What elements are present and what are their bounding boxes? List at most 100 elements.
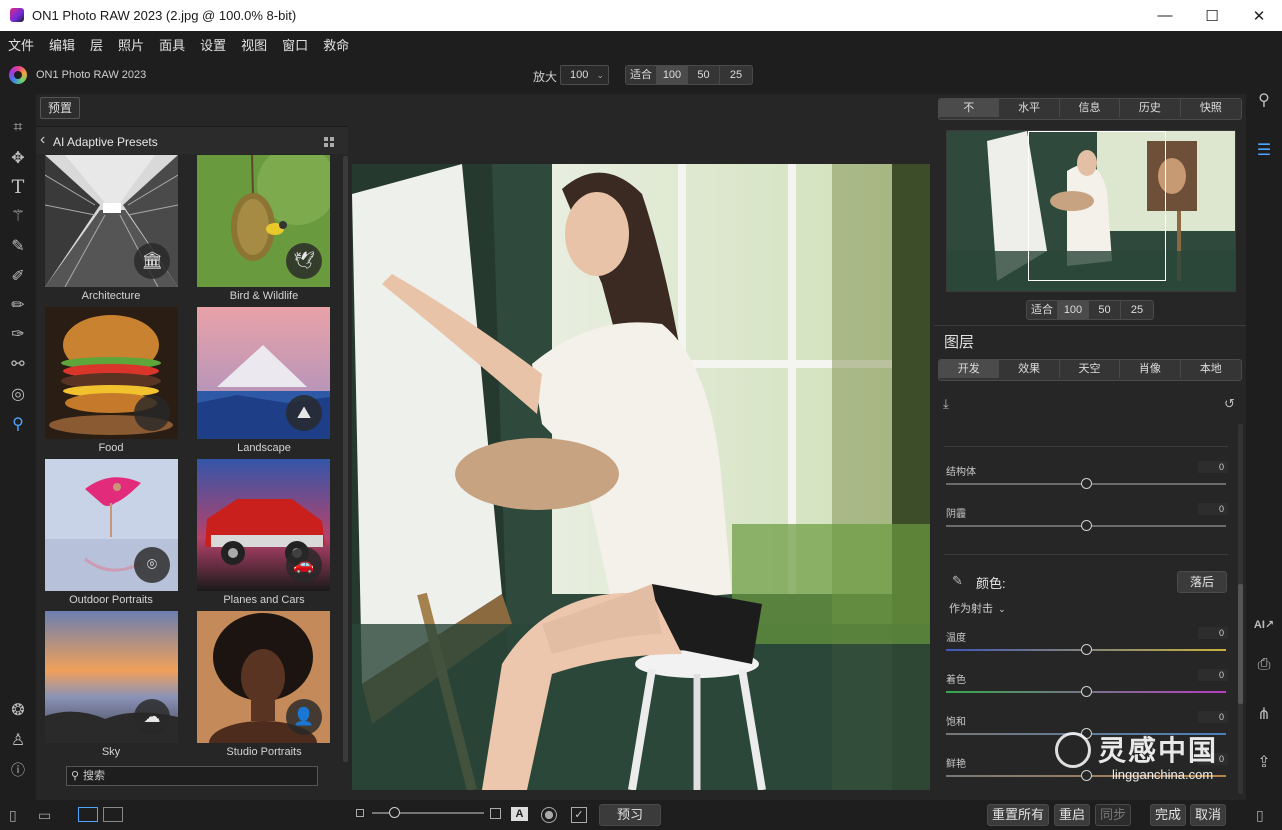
edit-module-icon[interactable]: ☰ [1254,140,1274,160]
preset-planes-cars[interactable]: 🚗 [197,459,330,591]
text-icon[interactable]: T [8,176,28,198]
retouch-brush-icon[interactable]: ✎ [8,236,28,256]
menu-help[interactable]: 救命 [323,35,349,54]
magic-wand-icon[interactable]: ⚚ [8,206,28,226]
help-icon[interactable]: ⓘ [8,760,28,780]
back-icon[interactable]: ‹ [40,131,45,149]
menu-file[interactable]: 文件 [8,35,34,54]
tab-info[interactable]: 信息 [1060,99,1121,117]
slider-handle[interactable] [1080,520,1092,531]
sync-button[interactable]: 同步 [1095,804,1131,826]
eyedropper-icon[interactable]: ✎ [952,573,963,589]
color-mode-dropdown[interactable]: 作为射击 ⌄ [949,600,1006,616]
presets-button[interactable]: 预置 [40,97,80,119]
zoom-fit-button[interactable]: 适合 [626,66,657,84]
browse-module-icon[interactable]: ⚲ [1254,90,1274,110]
menu-mask[interactable]: 面具 [159,35,185,54]
user-icon[interactable]: ♙ [8,730,28,750]
navigator-viewport[interactable] [1028,131,1166,281]
slider-value[interactable]: 0 [1198,503,1228,515]
nav-zoom-fit-button[interactable]: 适合 [1027,301,1058,319]
menu-view[interactable]: 视图 [241,35,267,54]
main-photo[interactable] [352,164,930,790]
tab-snapshots[interactable]: 快照 [1181,99,1241,117]
slider-handle[interactable] [1080,644,1092,655]
search-input[interactable]: ⚲ 搜索 [66,766,318,786]
zoom-25-button[interactable]: 25 [720,66,752,84]
menu-edit[interactable]: 编辑 [49,35,75,54]
zoom-50-button[interactable]: 50 [688,66,720,84]
preset-studio-portraits[interactable]: 👤 [197,611,330,743]
preset-landscape[interactable]: ⛰ [197,307,330,439]
tab-portrait[interactable]: 肖像 [1120,360,1181,378]
slider-value[interactable]: 0 [1198,711,1228,723]
maximize-button[interactable]: ☐ [1189,0,1235,31]
soft-proof-icon[interactable]: ✓ [571,807,587,823]
reset-panel-icon[interactable]: ↺ [1224,396,1235,412]
slider-value[interactable]: 0 [1198,627,1228,639]
slider-handle[interactable] [1080,478,1092,489]
view-icon[interactable]: ⚲ [8,414,28,434]
menu-photo[interactable]: 照片 [118,35,144,54]
share-icon[interactable]: ⋔ [1254,704,1274,724]
fingerprint-icon[interactable]: ◎ [8,384,28,404]
watermark: 灵感中国 lingganchina.com [1050,729,1260,789]
close-button[interactable]: ✕ [1236,0,1282,31]
single-view-icon[interactable] [78,807,98,822]
move-icon[interactable]: ✥ [8,148,28,168]
preset-bird-wildlife[interactable]: 🕊 [197,155,330,287]
grid-view-icon[interactable] [324,137,334,147]
navigator-thumbnail[interactable] [946,130,1236,292]
minimize-button[interactable]: — [1142,0,1188,31]
zoom-in-icon[interactable] [490,808,501,819]
photo-canvas[interactable] [348,94,934,800]
nav-zoom-100-button[interactable]: 100 [1058,301,1089,319]
tab-history[interactable]: 历史 [1120,99,1181,117]
preview-button[interactable]: 预习 [599,804,661,826]
clone-icon[interactable]: ⚯ [8,354,28,374]
import-icon[interactable]: ⤓ [943,396,949,412]
slider-value[interactable]: 0 [1198,669,1228,681]
refine-brush-icon[interactable]: ✑ [8,324,28,344]
tab-effects[interactable]: 效果 [999,360,1060,378]
zoom-slider-handle[interactable] [389,807,400,818]
zoom-out-icon[interactable] [356,809,364,817]
compare-view-icon[interactable] [103,807,123,822]
menu-layer[interactable]: 层 [90,35,103,54]
layers-icon[interactable]: ❂ [8,700,28,720]
cancel-button[interactable]: 取消 [1190,804,1226,826]
reset-button[interactable]: 重启 [1054,804,1090,826]
text-overlay-icon[interactable]: A [511,807,528,821]
crop-icon[interactable]: ⌗ [8,118,28,138]
zoom-select[interactable]: 100 ⌄ [560,65,609,85]
reset-all-button[interactable]: 重置所有 [987,804,1049,826]
preset-sky[interactable]: ☁ [45,611,178,743]
adjust-brush-icon[interactable]: ✐ [8,266,28,286]
preset-label: Planes and Cars [223,594,305,606]
slider-handle[interactable] [1080,686,1092,697]
toggle-right-panel-icon[interactable]: ▯ [1256,807,1264,824]
zoom-100-button[interactable]: 100 [657,66,688,84]
tab-navigator[interactable]: 不 [939,99,1000,117]
preset-architecture[interactable]: 🏛 [45,155,178,287]
tab-develop[interactable]: 开发 [939,360,1000,378]
print-icon[interactable]: ⎙ [1254,655,1274,675]
tab-sky[interactable]: 天空 [1060,360,1121,378]
preset-food[interactable] [45,307,178,439]
color-reset-button[interactable]: 落后 [1177,571,1227,593]
ai-resize-icon[interactable]: AI↗ [1254,614,1274,634]
menu-settings[interactable]: 设置 [200,35,226,54]
toggle-left-panel-icon[interactable]: ▯ [9,807,17,824]
filmstrip-icon[interactable]: ▭ [38,807,51,824]
preset-outdoor-portraits[interactable]: ⌾ [45,459,178,591]
menu-window[interactable]: 窗口 [282,35,308,54]
slider-value[interactable]: 0 [1198,461,1228,473]
tab-levels[interactable]: 水平 [999,99,1060,117]
nav-zoom-25-button[interactable]: 25 [1121,301,1153,319]
done-button[interactable]: 完成 [1150,804,1186,826]
mask-view-icon[interactable] [541,807,557,823]
panel-scrollbar-thumb[interactable] [1238,584,1243,704]
tab-local[interactable]: 本地 [1181,360,1241,378]
nav-zoom-50-button[interactable]: 50 [1089,301,1121,319]
mask-brush-icon[interactable]: ✏ [8,295,28,315]
